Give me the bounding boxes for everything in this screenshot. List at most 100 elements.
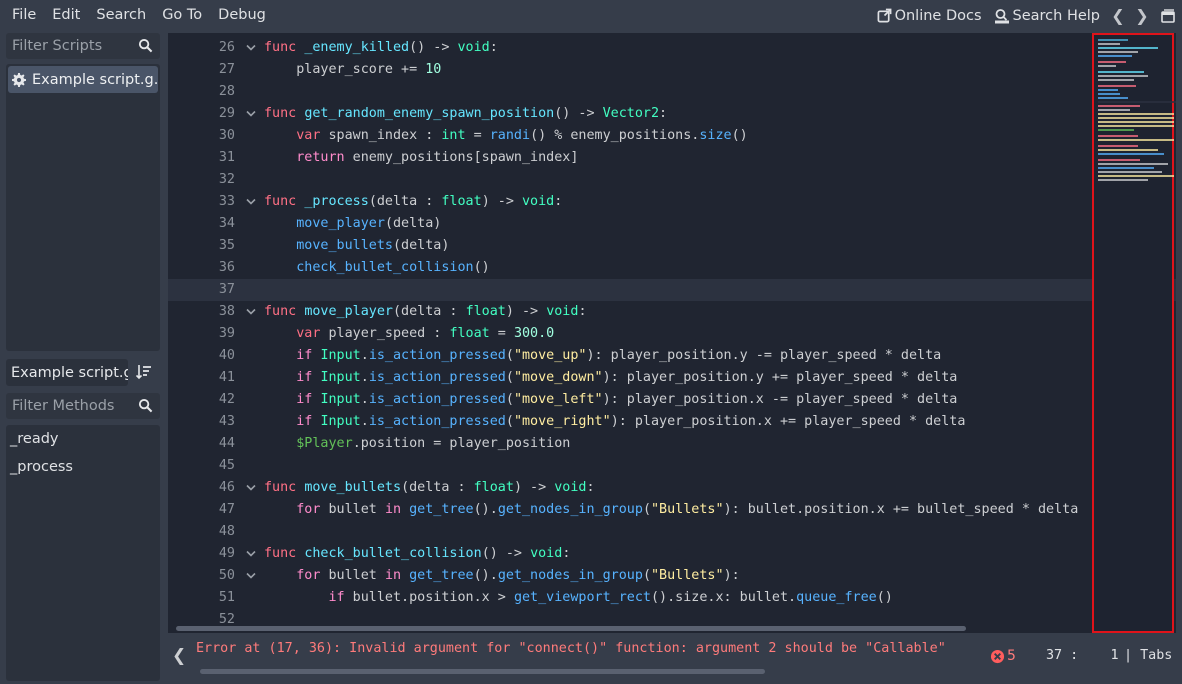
code-line[interactable]: 49 func check_bullet_collision() -> void: xyxy=(168,543,1176,565)
code-line[interactable]: 43 if Input.is_action_pressed("move_righ… xyxy=(168,411,1176,433)
code-token: (). xyxy=(473,502,498,517)
code-line[interactable]: 36 check_bullet_collision() xyxy=(168,257,1176,279)
code-token: if xyxy=(296,392,313,407)
external-link-icon xyxy=(877,8,891,23)
code-token: func xyxy=(264,304,297,319)
code-line[interactable]: 33 func _process(delta : float) -> void: xyxy=(168,191,1176,213)
code-token: func xyxy=(264,106,297,121)
minimap-line xyxy=(1098,47,1158,49)
distraction-free-icon[interactable] xyxy=(1154,8,1182,23)
code-line[interactable]: 44 $Player.position = player_position xyxy=(168,433,1176,455)
menu-debug[interactable]: Debug xyxy=(210,0,274,31)
code-line[interactable]: 31 return enemy_positions[spawn_index] xyxy=(168,147,1176,169)
code-text: var spawn_index : int = randi() % enemy_… xyxy=(264,125,748,147)
code-token: Input xyxy=(320,348,361,363)
code-line[interactable]: 35 move_bullets(delta) xyxy=(168,235,1176,257)
minimap-line xyxy=(1098,43,1120,45)
filter-methods-placeholder: Filter Methods xyxy=(12,398,115,414)
line-number: 45 xyxy=(218,458,235,473)
line-number: 26 xyxy=(218,40,235,55)
code-text: return enemy_positions[spawn_index] xyxy=(264,147,578,169)
code-token: void xyxy=(554,480,587,495)
code-token: is_action_pressed xyxy=(368,370,506,385)
code-token: func xyxy=(264,40,297,55)
error-message[interactable]: Error at (17, 36): Invalid argument for … xyxy=(196,641,946,656)
code-line[interactable]: 29 func get_random_enemy_spawn_position()… xyxy=(168,103,1176,125)
code-lines: 26 func _enemy_killed() -> void: 27 player… xyxy=(168,37,1176,631)
method-item-process[interactable]: _process xyxy=(6,453,160,481)
indentation-mode[interactable]: | Tabs xyxy=(1124,648,1172,663)
code-token: ) -> xyxy=(505,304,547,319)
filter-scripts-input[interactable]: Filter Scripts xyxy=(6,33,160,59)
code-token: "move_right" xyxy=(513,414,611,429)
code-line[interactable]: 42 if Input.is_action_pressed("move_left… xyxy=(168,389,1176,411)
code-editor[interactable]: 26 func _enemy_killed() -> void: 27 player… xyxy=(168,33,1176,633)
code-text: $Player.position = player_position xyxy=(264,433,570,455)
code-line[interactable]: 47 for bullet in get_tree().get_nodes_in… xyxy=(168,499,1176,521)
code-token: = xyxy=(489,326,514,341)
code-line[interactable]: 34 move_player(delta) xyxy=(168,213,1176,235)
code-line[interactable]: 30 var spawn_index : int = randi() % ene… xyxy=(168,125,1176,147)
menu-edit[interactable]: Edit xyxy=(44,0,88,31)
minimap-line xyxy=(1098,105,1140,107)
script-list-item[interactable]: Example script.g... xyxy=(8,66,158,93)
minimap-line xyxy=(1098,71,1144,73)
code-token: "move_up" xyxy=(513,348,587,363)
code-minimap[interactable] xyxy=(1092,33,1176,633)
code-token: ( xyxy=(505,370,514,385)
code-line[interactable]: 39 var player_speed : float = 300.0 xyxy=(168,323,1176,345)
code-line[interactable]: 32 xyxy=(168,169,1176,191)
code-text: func _enemy_killed() -> void: xyxy=(264,37,498,59)
code-line[interactable]: 27 player_score += 10 xyxy=(168,59,1176,81)
code-line[interactable]: 26 func _enemy_killed() -> void: xyxy=(168,37,1176,59)
code-line[interactable]: 40 if Input.is_action_pressed("move_up")… xyxy=(168,345,1176,367)
code-token: .position = player_position xyxy=(352,436,571,451)
code-token: check_bullet_collision xyxy=(296,260,474,275)
filter-methods-input[interactable]: Filter Methods xyxy=(6,393,160,419)
code-token: is_action_pressed xyxy=(368,392,506,407)
code-token: move_player xyxy=(296,216,385,231)
line-number: 40 xyxy=(218,348,235,363)
menu-search[interactable]: Search xyxy=(88,0,154,31)
online-docs-button[interactable]: Online Docs xyxy=(871,8,988,24)
menu-goto[interactable]: Go To xyxy=(154,0,210,31)
code-line[interactable]: 45 xyxy=(168,455,1176,477)
error-counter[interactable]: 5 xyxy=(990,648,1016,664)
code-line[interactable]: 41 if Input.is_action_pressed("move_down… xyxy=(168,367,1176,389)
code-token: func xyxy=(264,194,297,209)
line-number: 48 xyxy=(218,524,235,539)
history-back-icon[interactable]: ❮ xyxy=(1106,6,1130,25)
history-forward-icon[interactable]: ❯ xyxy=(1130,6,1154,25)
method-item-ready[interactable]: _ready xyxy=(6,425,160,453)
code-token: var xyxy=(296,326,321,341)
line-number: 34 xyxy=(218,216,235,231)
menu-file[interactable]: File xyxy=(4,0,44,31)
code-token: void xyxy=(522,194,555,209)
code-text: if Input.is_action_pressed("move_left"):… xyxy=(264,389,957,411)
error-count: 5 xyxy=(1007,648,1016,664)
code-line[interactable]: 46 func move_bullets(delta : float) -> vo… xyxy=(168,477,1176,499)
code-token: : xyxy=(489,40,498,55)
code-token: player_score += xyxy=(264,62,426,77)
sort-icon[interactable] xyxy=(135,364,152,384)
scripts-list: Example script.g... xyxy=(6,64,160,351)
toggle-panel-icon[interactable]: ❮ xyxy=(172,646,186,666)
current-script-label: Example script.gd xyxy=(11,364,128,381)
code-line[interactable]: 38 func move_player(delta : float) -> voi… xyxy=(168,301,1176,323)
code-token: int xyxy=(441,128,466,143)
code-token: 300.0 xyxy=(513,326,555,341)
code-text: func move_bullets(delta : float) -> void… xyxy=(264,477,595,499)
code-token: get_tree xyxy=(409,568,474,583)
top-right-tools: Online Docs Search Help ❮ ❯ xyxy=(871,0,1182,31)
search-help-button[interactable]: Search Help xyxy=(988,8,1106,24)
code-line[interactable]: 28 xyxy=(168,81,1176,103)
code-line[interactable]: 48 xyxy=(168,521,1176,543)
status-horizontal-scrollbar[interactable] xyxy=(200,669,765,674)
minimap-line xyxy=(1098,153,1164,155)
editor-horizontal-scrollbar[interactable] xyxy=(176,626,966,631)
code-token: _process xyxy=(304,194,369,209)
code-line[interactable]: 37 xyxy=(168,279,1176,301)
minimap-line xyxy=(1098,149,1158,151)
code-line[interactable]: 50 for bullet in get_tree().get_nodes_in… xyxy=(168,565,1176,587)
code-line[interactable]: 51 if bullet.position.x > get_viewport_r… xyxy=(168,587,1176,609)
